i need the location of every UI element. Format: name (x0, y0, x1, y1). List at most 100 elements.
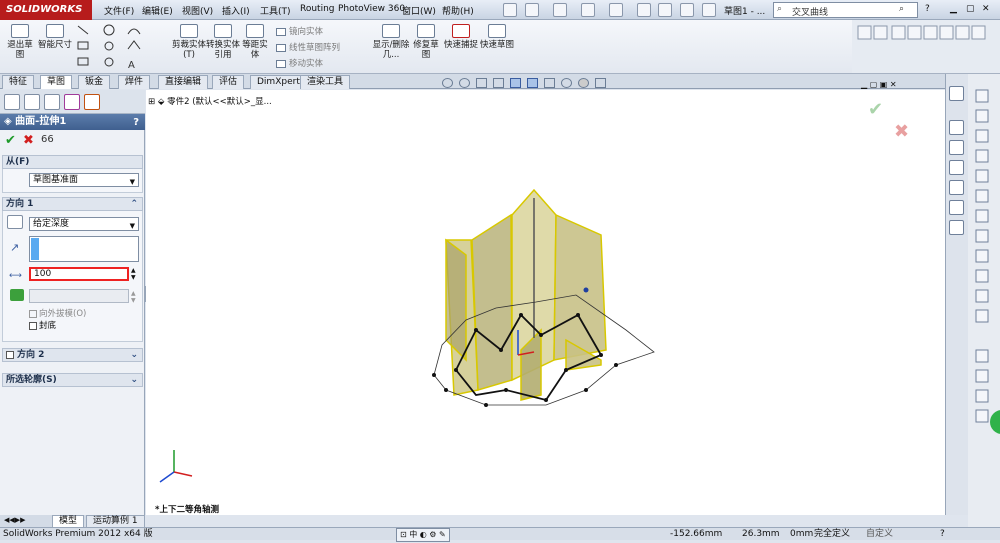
line-tool-icon (77, 25, 89, 35)
from-condition-select[interactable]: 草图基准面 ▼ (29, 173, 139, 187)
rebuild-icon[interactable] (658, 3, 672, 17)
ok-check-icon[interactable]: ✔ (5, 133, 16, 148)
move-entities-button[interactable]: 移动实体 (276, 57, 323, 69)
smart-dimension-button[interactable]: 智能尺寸 (38, 24, 72, 50)
cancel-x-icon[interactable]: ✖ (23, 133, 34, 148)
open-icon[interactable] (525, 3, 539, 17)
tab-model[interactable]: 模型 (52, 515, 85, 527)
direction1-section-header[interactable]: 方向 1 ⌃ (2, 197, 143, 211)
menu-window[interactable]: 窗口(W) (402, 4, 436, 17)
menu-insert[interactable]: 插入(I) (222, 4, 250, 17)
tab-sketch[interactable]: 草图 (40, 75, 73, 89)
menu-view[interactable]: 视图(V) (182, 4, 213, 17)
menu-help[interactable]: 帮助(H) (442, 4, 474, 17)
exit-sketch-button[interactable]: 退出草图 (4, 24, 36, 60)
graphics-area[interactable]: ✔ ✖ ▁ ▢ ▣ ✕ (146, 78, 945, 515)
zoom-fit-icon[interactable] (442, 78, 453, 88)
tab-render-tools[interactable]: 渲染工具 (300, 75, 351, 89)
search-go-icon[interactable]: ⌕ (899, 4, 904, 14)
view-settings-icon[interactable] (595, 78, 606, 88)
select-icon[interactable] (637, 3, 651, 17)
viewport-window-controls[interactable]: ▁ ▢ ▣ ✕ (861, 80, 897, 89)
menu-tools[interactable]: 工具(T) (260, 4, 291, 17)
tab-features[interactable]: 特征 (2, 75, 35, 89)
trim-entities-button[interactable]: 剪裁实体(T) (172, 24, 206, 60)
preview-glasses-icon[interactable]: 66 (41, 134, 54, 145)
tab-evaluate[interactable]: 评估 (212, 75, 245, 89)
rapid-sketch-button[interactable]: 快速草图 (480, 24, 514, 50)
display-delete-relations-button[interactable]: 显示/删除几... (372, 24, 410, 60)
mirror-entities-button[interactable]: 镜向实体 (276, 25, 323, 37)
minimize-icon[interactable]: ▁ (950, 4, 957, 14)
resources-home-icon[interactable] (949, 120, 964, 135)
options-icon[interactable] (680, 3, 694, 17)
linear-pattern-button[interactable]: 线性草图阵列 (276, 41, 340, 53)
quick-snaps-button[interactable]: 快速捕捉 (444, 24, 478, 50)
property-manager-icon[interactable] (24, 94, 40, 110)
section-view-icon[interactable] (493, 78, 504, 88)
convert-entities-button[interactable]: 转换实体引用 (206, 24, 240, 60)
offset-entities-button[interactable]: 等距实体 (240, 24, 270, 60)
window-icon[interactable] (702, 3, 716, 17)
print-icon[interactable] (581, 3, 595, 17)
search-input[interactable]: ⌕ 交叉曲线 ⌕ (773, 2, 918, 18)
status-help-icon[interactable]: ? (940, 528, 945, 540)
close-window-icon[interactable]: ✕ (982, 4, 990, 14)
appearances-icon[interactable] (949, 200, 964, 215)
solidworks-logo[interactable]: SOLIDWORKS (0, 0, 92, 20)
configuration-icon[interactable] (44, 94, 60, 110)
menu-file[interactable]: 文件(F) (104, 4, 134, 17)
view-orientation-icon[interactable] (510, 78, 521, 88)
zoom-area-icon[interactable] (459, 78, 470, 88)
cap-end-checkbox[interactable]: 封底 (29, 319, 56, 331)
custom-properties-icon[interactable] (949, 220, 964, 235)
depth-spinner[interactable]: ▲ ▼ (131, 267, 136, 281)
draft-icon[interactable] (10, 289, 24, 301)
feature-tree-root[interactable]: ⊞ ⬙ 零件2 (默认<<默认>_显... (148, 95, 272, 107)
reverse-direction-icon[interactable] (7, 215, 23, 229)
tab-direct-edit[interactable]: 直接编辑 (158, 75, 209, 89)
direction-vector-selection[interactable] (29, 236, 139, 262)
property-manager: ◈ 曲面-拉伸1 ? ✔ ✖ 66 从(F) 草图基准面 ▼ 方向 1 ⌃ 给定… (0, 90, 145, 515)
view-palette-icon[interactable] (949, 180, 964, 195)
new-doc-icon[interactable] (503, 3, 517, 17)
expand-plus-icon[interactable]: ⊞ (148, 97, 158, 107)
tab-sheet-metal[interactable]: 钣金 (78, 75, 111, 89)
previous-view-icon[interactable] (476, 78, 487, 88)
end-condition-select[interactable]: 给定深度 ▼ (29, 217, 139, 231)
hide-show-icon[interactable] (544, 78, 555, 88)
draft-outward-checkbox[interactable]: 向外拔模(O) (29, 307, 86, 319)
tab-weldments[interactable]: 焊件 (118, 75, 151, 89)
feature-tree-icon[interactable] (4, 94, 20, 110)
scene-icon[interactable] (578, 78, 589, 88)
tab-motion-study[interactable]: 运动算例 1 (86, 515, 145, 527)
coordinate-y: 26.3mm (742, 529, 780, 539)
display-style-icon[interactable] (527, 78, 538, 88)
draft-spinner[interactable]: ▲ ▼ (131, 290, 136, 304)
from-section-header[interactable]: 从(F) (2, 155, 143, 169)
dimxpert-icon[interactable] (64, 94, 80, 110)
menu-photoview[interactable]: PhotoView 360 (338, 4, 405, 14)
file-explorer-icon[interactable] (949, 160, 964, 175)
scroll-tabs-icon[interactable]: ◀◀▶▶ (4, 516, 26, 524)
depth-input[interactable]: 100 (29, 267, 129, 281)
display-manager-icon[interactable] (84, 94, 100, 110)
save-icon[interactable] (553, 3, 567, 17)
repair-sketch-button[interactable]: 修复草图 (410, 24, 442, 60)
design-library-icon[interactable] (949, 140, 964, 155)
help-icon[interactable]: ? (133, 115, 139, 131)
pin-icon[interactable] (949, 86, 964, 101)
help-button[interactable]: ? (925, 4, 930, 14)
direction2-section-header[interactable]: 方向 2 ⌄ (2, 348, 143, 362)
undo-icon[interactable] (609, 3, 623, 17)
direction2-checkbox[interactable] (6, 350, 14, 359)
tab-dimxpert[interactable]: DimXpert (250, 75, 307, 89)
edit-appearance-icon[interactable] (561, 78, 572, 88)
menu-edit[interactable]: 编辑(E) (142, 4, 173, 17)
restore-icon[interactable]: ▢ (966, 4, 975, 14)
selected-contours-section-header[interactable]: 所选轮廓(S) ⌄ (2, 373, 143, 387)
menu-routing[interactable]: Routing (300, 4, 335, 14)
document-title: 草图1 - ... (724, 7, 766, 17)
units-select[interactable]: 自定义 (866, 528, 893, 540)
draft-angle-input[interactable] (29, 289, 129, 303)
